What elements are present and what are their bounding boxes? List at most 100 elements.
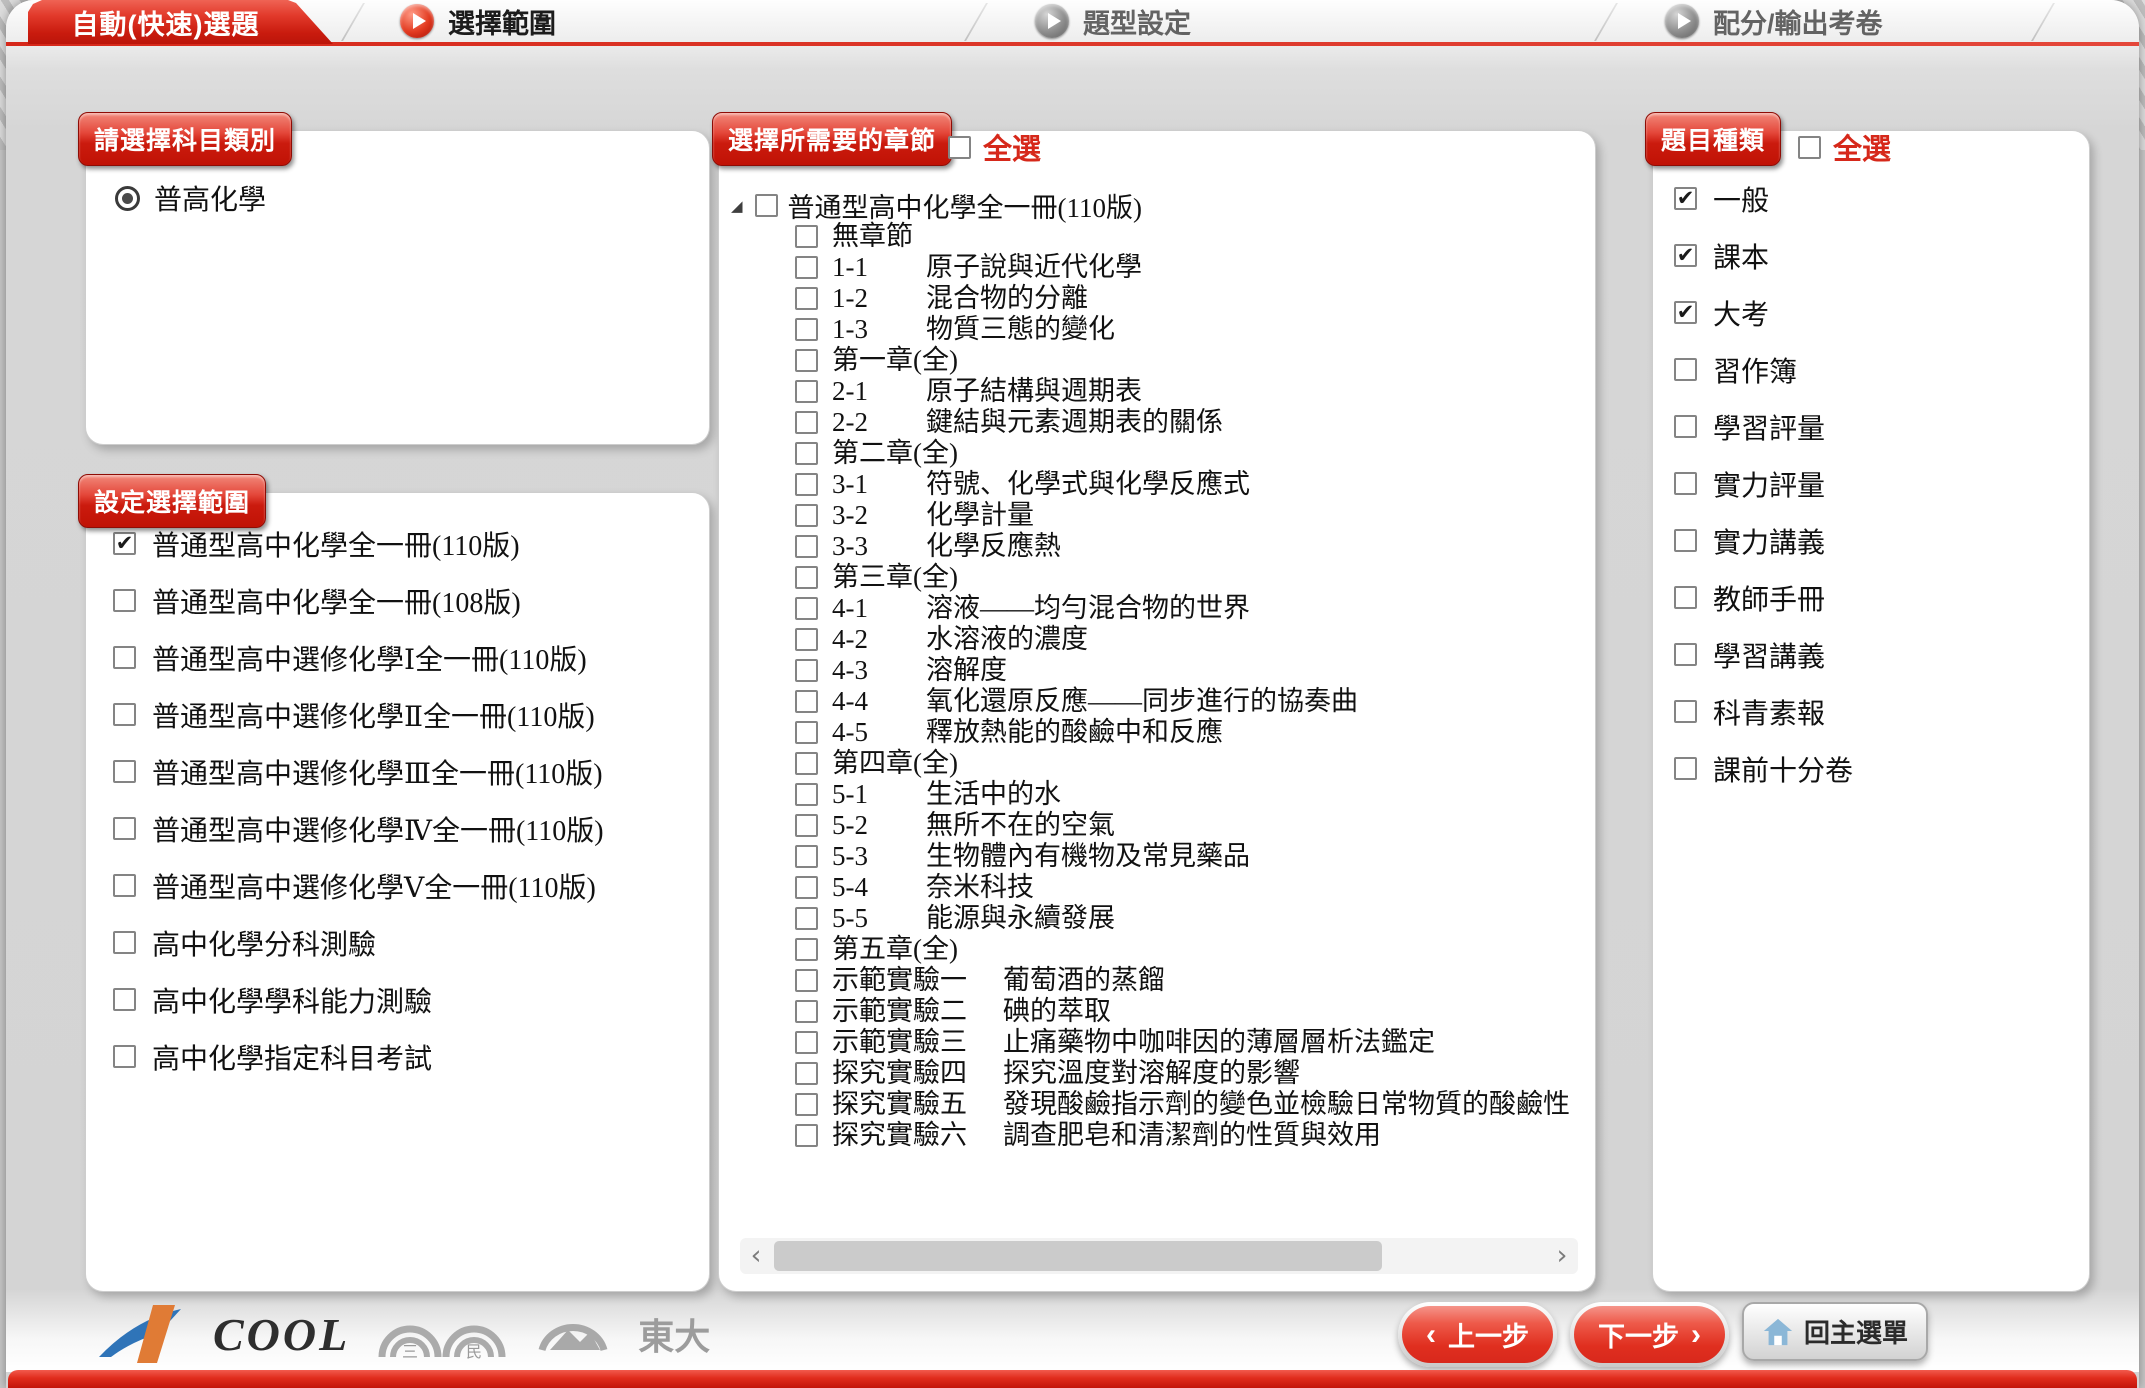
checkbox[interactable] [1674, 415, 1697, 438]
checkbox[interactable] [795, 597, 818, 620]
scrollbar-thumb[interactable] [774, 1241, 1382, 1271]
prev-step-label: 上一步 [1448, 1315, 1529, 1354]
checkbox[interactable] [795, 349, 818, 372]
step-question-type-settings[interactable]: 題型設定 [1035, 0, 1191, 42]
radio-button[interactable] [115, 186, 140, 211]
bottom-red-bar [8, 1370, 2137, 1388]
label: 普通型高中化學全一冊(110版) [152, 524, 520, 564]
horizontal-scrollbar[interactable]: ‹ › [740, 1238, 1578, 1274]
checkbox[interactable] [113, 703, 136, 726]
chapter-row: 2-2鍵結與元素週期表的關係 [795, 407, 1590, 438]
dongda-mountain-icon [534, 1306, 612, 1362]
chapter-title: 水溶液的濃度 [926, 624, 1088, 655]
select-all-checkbox[interactable] [948, 136, 971, 159]
checkbox[interactable] [113, 988, 136, 1011]
chapter-row: 5-4奈米科技 [795, 872, 1590, 903]
prev-step-button[interactable]: ‹ 上一步 [1398, 1302, 1557, 1367]
checkbox[interactable] [795, 938, 818, 961]
checkbox[interactable] [795, 783, 818, 806]
chapter-row: 第二章(全) [795, 438, 1590, 469]
chapter-number: 3-3 [832, 531, 890, 562]
checkbox[interactable] [1674, 700, 1697, 723]
checkbox[interactable] [795, 1093, 818, 1116]
chapter-title: 止痛藥物中咖啡因的薄層層析法鑑定 [1003, 1027, 1435, 1058]
next-step-button[interactable]: 下一步 › [1570, 1302, 1729, 1367]
chapter-number: 探究實驗六 [832, 1120, 967, 1151]
question-type-row: 學習評量 [1674, 398, 1853, 455]
checkbox[interactable] [795, 907, 818, 930]
checkbox[interactable]: ✔ [1674, 244, 1697, 267]
checkbox[interactable] [795, 752, 818, 775]
tab-auto-quick-select[interactable]: 自動(快速)選題 [28, 0, 333, 44]
checkbox[interactable] [1674, 472, 1697, 495]
textbook-row: 普通型高中選修化學Ⅳ全一冊(110版) [113, 800, 604, 857]
checkbox[interactable] [795, 1062, 818, 1085]
checkbox[interactable] [795, 504, 818, 527]
checkbox[interactable] [113, 760, 136, 783]
checkbox[interactable]: ✔ [1674, 187, 1697, 210]
checkbox[interactable] [795, 473, 818, 496]
checkbox[interactable] [795, 318, 818, 341]
checkbox[interactable] [113, 874, 136, 897]
chapter-row: 探究實驗四探究溫度對溶解度的影響 [795, 1058, 1590, 1089]
checkbox[interactable] [795, 287, 818, 310]
textbook-row: 普通型高中化學全一冊(108版) [113, 572, 604, 629]
checkbox[interactable] [795, 566, 818, 589]
chapter-row: 第一章(全) [795, 345, 1590, 376]
chapter-number: 4-1 [832, 593, 890, 624]
label: 普通型高中選修化學Ⅰ全一冊(110版) [152, 638, 587, 678]
chapter-number: 探究實驗五 [832, 1089, 967, 1120]
checkbox[interactable] [795, 535, 818, 558]
checkbox[interactable]: ✔ [113, 532, 136, 555]
step-select-range[interactable]: 選擇範圍 [400, 0, 556, 42]
checkbox[interactable] [795, 380, 818, 403]
checkbox[interactable] [795, 1124, 818, 1147]
checkbox[interactable] [795, 969, 818, 992]
checkbox[interactable] [755, 194, 778, 217]
label: 習作簿 [1713, 350, 1797, 390]
chapter-number: 2-2 [832, 407, 890, 438]
checkbox[interactable]: ✔ [1674, 301, 1697, 324]
checkbox[interactable] [795, 1031, 818, 1054]
checkbox[interactable] [113, 1045, 136, 1068]
subject-option-label: 普高化學 [154, 178, 266, 218]
checkbox[interactable] [1674, 643, 1697, 666]
checkbox[interactable] [795, 256, 818, 279]
checkbox[interactable] [1674, 586, 1697, 609]
checkbox[interactable] [795, 876, 818, 899]
checkbox[interactable] [795, 411, 818, 434]
checkbox[interactable] [795, 721, 818, 744]
checkbox[interactable] [795, 1000, 818, 1023]
chapter-number: 探究實驗四 [832, 1058, 967, 1089]
checkbox[interactable] [1674, 358, 1697, 381]
home-menu-button[interactable]: 回主選單 [1742, 1302, 1928, 1361]
checkbox[interactable] [113, 931, 136, 954]
checkbox[interactable] [1674, 529, 1697, 552]
checkbox[interactable] [113, 646, 136, 669]
checkbox[interactable] [1674, 757, 1697, 780]
chapter-number: 2-1 [832, 376, 890, 407]
chapter-number: 4-2 [832, 624, 890, 655]
tree-expand-icon[interactable]: ◢ [731, 197, 743, 215]
scroll-right-icon[interactable]: › [1546, 1238, 1578, 1274]
checkbox[interactable] [113, 817, 136, 840]
scroll-left-icon[interactable]: ‹ [740, 1238, 772, 1274]
checkbox[interactable] [113, 589, 136, 612]
step-score-output[interactable]: 配分/輸出考卷 [1665, 0, 1883, 42]
checkbox[interactable] [795, 690, 818, 713]
question-type-row: 教師手冊 [1674, 569, 1853, 626]
checkbox[interactable] [795, 814, 818, 837]
question-type-row: ✔課本 [1674, 227, 1853, 284]
textbook-list: ✔ 普通型高中化學全一冊(110版) 普通型高中化學全一冊(108版) 普通型高中選修… [113, 515, 604, 1085]
select-all-checkbox[interactable] [1798, 136, 1821, 159]
checkbox[interactable] [795, 628, 818, 651]
chapter-panel-title: 選擇所需要的章節 [712, 112, 952, 166]
checkbox[interactable] [795, 225, 818, 248]
checkbox[interactable] [795, 845, 818, 868]
question-type-list: ✔一般✔課本✔大考習作簿學習評量實力評量實力講義教師手冊學習講義科青素報課前十分… [1674, 170, 1853, 797]
chapter-row: 無章節 [795, 221, 1590, 252]
chevron-right-icon: › [1691, 1320, 1701, 1350]
chapter-tree-root: ◢ 普通型高中化學全一冊(110版) [731, 186, 1142, 225]
checkbox[interactable] [795, 659, 818, 682]
checkbox[interactable] [795, 442, 818, 465]
